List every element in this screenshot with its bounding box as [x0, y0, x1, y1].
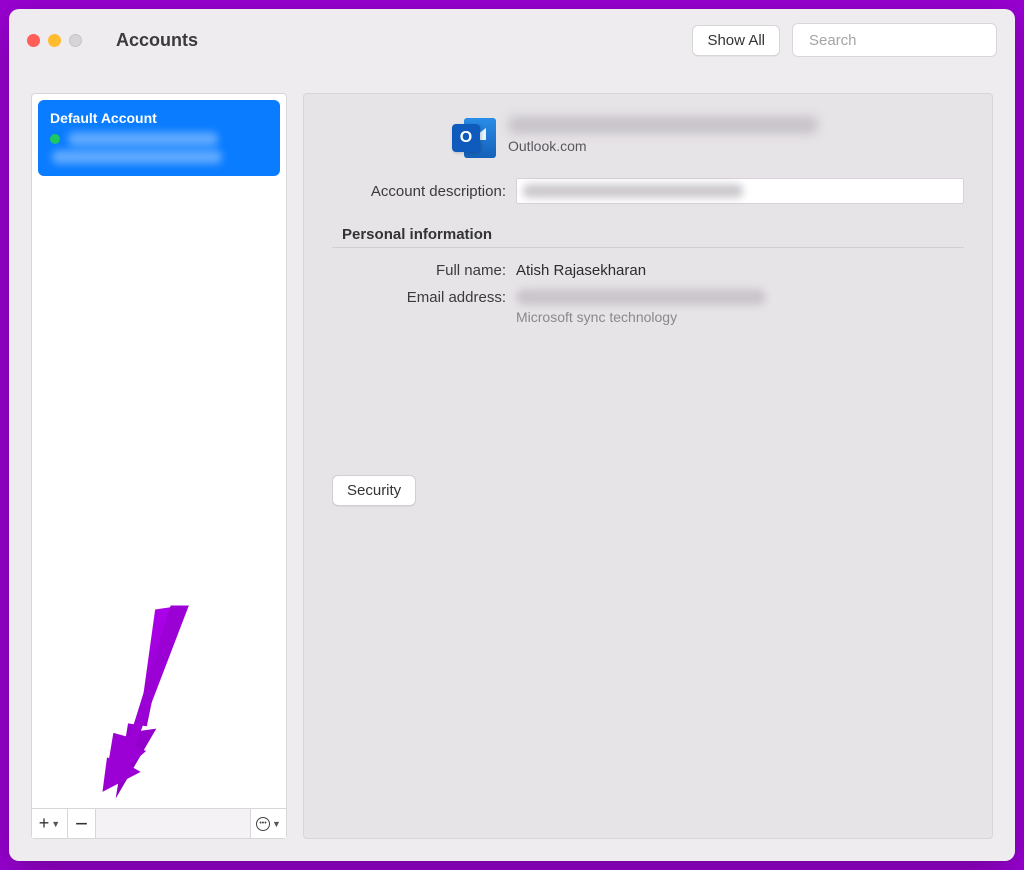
window-controls	[27, 34, 82, 47]
plus-icon: +	[39, 813, 50, 834]
account-list-item[interactable]: Default Account	[38, 100, 280, 176]
account-item-title: Default Account	[50, 110, 268, 126]
search-input[interactable]	[809, 32, 1008, 49]
account-item-detail-redacted	[52, 150, 222, 164]
account-header: O Outlook.com	[452, 116, 964, 160]
content-area: Default Account + ▼ − ••	[9, 71, 1015, 861]
email-address-row: Email address: Microsoft sync technology	[332, 289, 964, 325]
email-address-label: Email address:	[332, 289, 506, 306]
email-address-value-redacted	[516, 289, 766, 305]
remove-account-button[interactable]: −	[68, 809, 96, 838]
account-provider-label: Outlook.com	[508, 138, 818, 154]
account-item-row	[50, 132, 268, 146]
outlook-icon: O	[452, 116, 496, 160]
account-description-input[interactable]	[516, 178, 964, 204]
sync-technology-label: Microsoft sync technology	[516, 309, 766, 325]
footer-spacer	[96, 809, 250, 838]
accounts-sidebar: Default Account + ▼ − ••	[31, 93, 287, 839]
email-address-value-group: Microsoft sync technology	[516, 289, 766, 325]
personal-info-section-title: Personal information	[332, 220, 964, 248]
account-detail-panel: O Outlook.com Account description: Perso…	[303, 93, 993, 839]
full-name-label: Full name:	[332, 262, 506, 279]
titlebar-right: Show All	[692, 23, 997, 57]
status-dot-icon	[50, 134, 60, 144]
show-all-button[interactable]: Show All	[692, 25, 780, 56]
sidebar-footer: + ▼ − ••• ▼	[32, 808, 286, 838]
chevron-down-icon: ▼	[272, 819, 281, 829]
accounts-list: Default Account	[32, 94, 286, 808]
account-description-row: Account description:	[332, 178, 964, 204]
add-account-button[interactable]: + ▼	[32, 809, 68, 838]
account-description-label: Account description:	[332, 183, 506, 200]
zoom-window-button[interactable]	[69, 34, 82, 47]
close-window-button[interactable]	[27, 34, 40, 47]
account-email-redacted	[508, 116, 818, 134]
chevron-down-icon: ▼	[51, 819, 60, 829]
more-actions-button[interactable]: ••• ▼	[250, 809, 286, 838]
full-name-value: Atish Rajasekharan	[516, 262, 646, 279]
ellipsis-icon: •••	[256, 817, 270, 831]
accounts-window: Accounts Show All Default Account	[9, 9, 1015, 861]
security-button[interactable]: Security	[332, 475, 416, 506]
search-box[interactable]	[792, 23, 997, 57]
full-name-row: Full name: Atish Rajasekharan	[332, 262, 964, 279]
account-form: Account description: Personal informatio…	[332, 178, 964, 325]
account-item-email-redacted	[68, 132, 218, 146]
titlebar: Accounts Show All	[9, 9, 1015, 71]
minimize-window-button[interactable]	[48, 34, 61, 47]
window-title: Accounts	[116, 30, 198, 51]
account-description-value-redacted	[523, 184, 743, 198]
minus-icon: −	[75, 813, 88, 835]
